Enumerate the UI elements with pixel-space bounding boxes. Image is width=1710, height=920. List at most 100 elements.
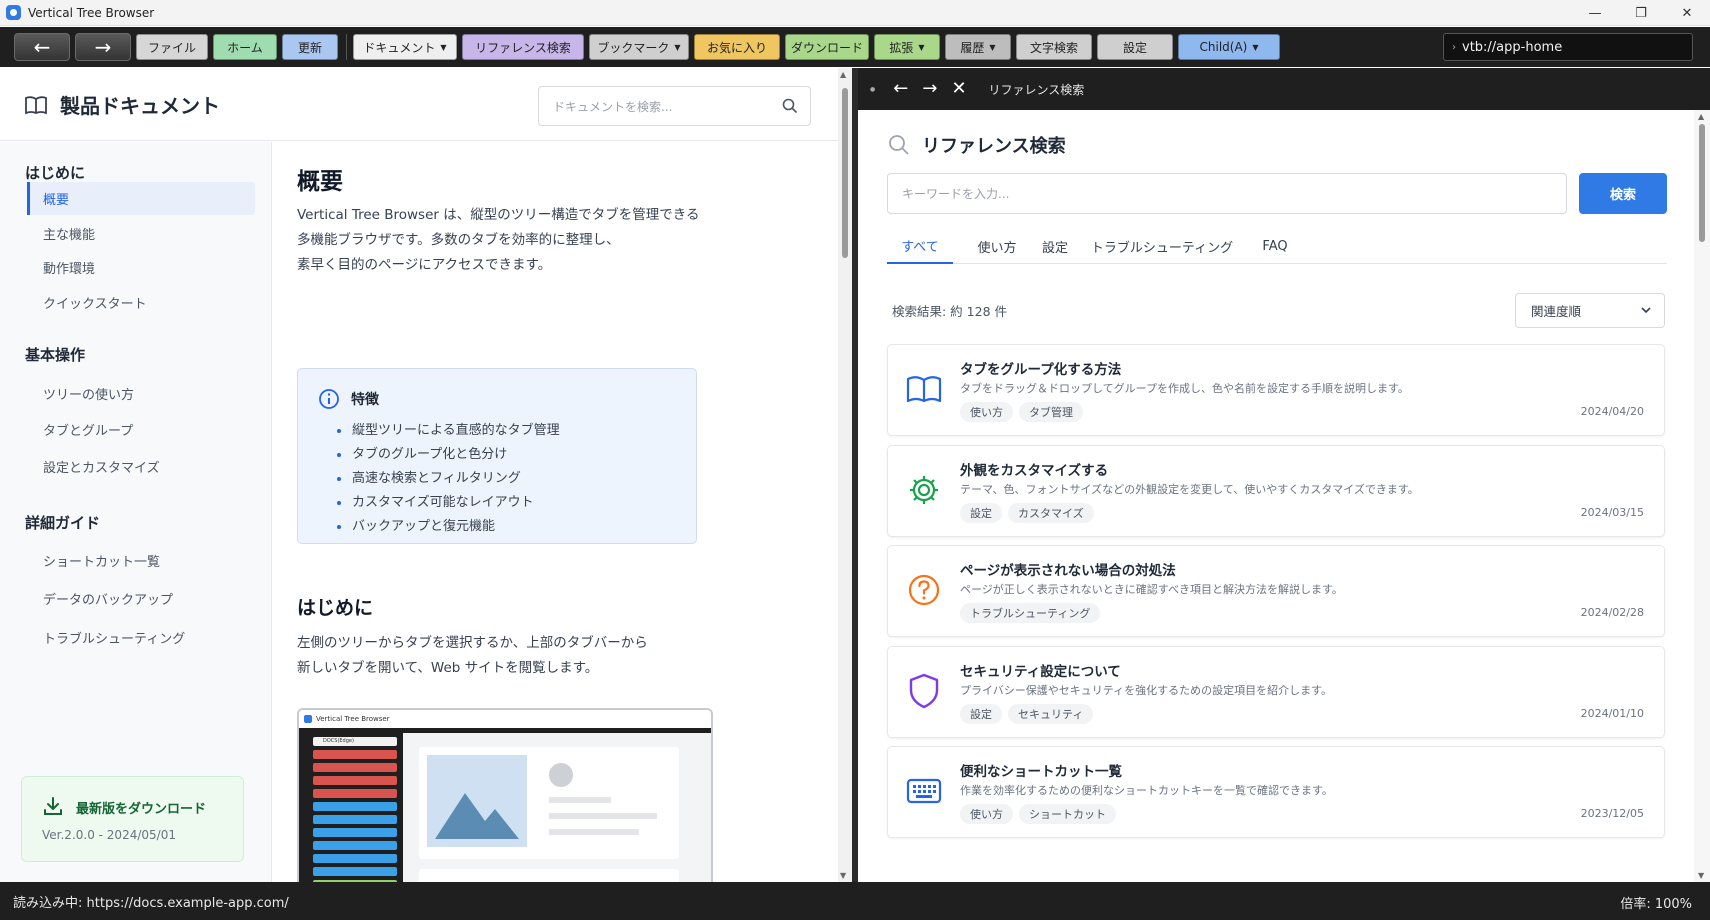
- sort-select[interactable]: 関連度順: [1515, 293, 1665, 328]
- pane-back-button[interactable]: ←: [893, 80, 908, 98]
- sidebar-item-backup[interactable]: データのバックアップ: [27, 582, 255, 615]
- scroll-up-icon[interactable]: ▲: [1698, 112, 1704, 121]
- toolbar-button[interactable]: ドキュメント ▼: [353, 34, 457, 60]
- result-card[interactable]: 外観をカスタマイズする テーマ、色、フォントサイズなどの外観設定を変更して、使いや…: [887, 444, 1665, 537]
- maximize-button[interactable]: ❐: [1618, 0, 1664, 26]
- result-title[interactable]: セキュリティ設定について: [960, 660, 1121, 680]
- result-date: 2024/02/28: [1580, 606, 1644, 619]
- toolbar-button-label: Child(A): [1199, 40, 1248, 54]
- sidebar-item-quickstart[interactable]: クイックスタート: [27, 286, 255, 319]
- toolbar-button[interactable]: 拡張 ▼: [874, 34, 940, 60]
- toolbar-button[interactable]: ホーム: [213, 34, 277, 60]
- result-date: 2024/03/15: [1580, 505, 1644, 519]
- download-card[interactable]: 最新版をダウンロード Ver.2.0.0 - 2024/05/01: [21, 776, 244, 862]
- result-tag[interactable]: タブ管理: [1019, 402, 1083, 422]
- back-button[interactable]: ←: [14, 33, 70, 61]
- result-title[interactable]: 便利なショートカット一覧: [960, 760, 1122, 780]
- screenshot-list: [419, 869, 679, 882]
- tab-faq[interactable]: FAQ: [1255, 228, 1295, 264]
- screenshot-tree-item: [313, 763, 397, 772]
- result-date: 2024/01/10: [1580, 706, 1644, 720]
- tab-all[interactable]: すべて: [887, 228, 953, 264]
- pane-close-button[interactable]: ✕: [951, 80, 966, 98]
- toolbar-button-label: 文字検索: [1029, 40, 1078, 55]
- keyword-input[interactable]: キーワードを入力...: [887, 173, 1567, 214]
- toolbar-button[interactable]: 履歴 ▼: [945, 34, 1011, 60]
- toolbar-button[interactable]: 設定: [1097, 34, 1173, 60]
- right-scrollbar[interactable]: ▲ ▼: [1694, 110, 1710, 882]
- address-bar[interactable]: › vtb://app-home: [1443, 33, 1693, 61]
- right-pane-toolbar: ● ← → ✕ リファレンス検索: [858, 68, 1710, 110]
- result-tag[interactable]: 使い方: [960, 804, 1013, 824]
- sidebar-item-tabs-groups[interactable]: タブとグループ: [27, 413, 255, 446]
- shield-icon: [902, 669, 946, 713]
- screenshot-tree-item: [313, 789, 397, 798]
- scroll-down-icon[interactable]: ▼: [840, 871, 846, 880]
- toolbar-button-label: お気に入り: [706, 40, 767, 55]
- result-card[interactable]: 便利なショートカット一覧 作業を効率化するための便利なショートカットキーを一覧で確…: [887, 746, 1665, 838]
- toolbar-button[interactable]: ブックマーク ▼: [589, 34, 689, 60]
- result-tag[interactable]: 設定: [960, 502, 1002, 523]
- left-pane: 製品ドキュメント ドキュメントを検索... はじめに 概要 主な機能 動作環境 …: [0, 68, 852, 882]
- toolbar-button[interactable]: リファレンス検索: [462, 34, 584, 60]
- right-scroll-thumb[interactable]: [1699, 124, 1705, 242]
- page-title: 概要: [297, 169, 343, 195]
- feature-item: バックアップと復元機能: [337, 515, 560, 539]
- search-icon[interactable]: [782, 98, 798, 114]
- result-card[interactable]: タブをグループ化する方法タブをドラッグ＆ドロップしてグループを作成し、色や名前を…: [887, 344, 1665, 436]
- result-description: タブをドラッグ＆ドロップしてグループを作成し、色や名前を設定する手順を説明します…: [960, 382, 1409, 395]
- search-button[interactable]: 検索: [1579, 173, 1667, 214]
- scroll-down-icon[interactable]: ▼: [1698, 871, 1704, 880]
- sidebar-group-label: 詳細ガイド: [25, 514, 101, 532]
- result-title[interactable]: ページが表示されない場合の対処法: [960, 559, 1176, 579]
- placeholder-line: [549, 813, 657, 819]
- result-tag[interactable]: 使い方: [960, 402, 1013, 422]
- result-tags: 使い方 タブ管理: [960, 402, 1089, 422]
- result-tag[interactable]: ショートカット: [1019, 804, 1116, 824]
- left-scroll-thumb[interactable]: [842, 88, 848, 258]
- result-tag[interactable]: トラブルシューティング: [960, 603, 1101, 623]
- minimize-button[interactable]: —: [1572, 0, 1618, 26]
- sidebar-item-requirements[interactable]: 動作環境: [27, 251, 255, 284]
- left-scrollbar[interactable]: ▲ ▼: [838, 68, 852, 882]
- sidebar-group-label: 基本操作: [25, 346, 86, 364]
- toolbar-button[interactable]: お気に入り: [694, 34, 780, 60]
- feature-item: 縦型ツリーによる直感的なタブ管理: [337, 419, 560, 443]
- result-card[interactable]: セキュリティ設定について プライバシー保護やセキュリティを強化するための設定項目を…: [887, 645, 1665, 738]
- keyword-placeholder: キーワードを入力...: [902, 187, 1010, 201]
- result-title[interactable]: タブをグループ化する方法: [960, 358, 1121, 378]
- feature-item: 高速な検索とフィルタリング: [337, 467, 560, 491]
- pane-menu-icon[interactable]: ●: [870, 86, 875, 93]
- tab-troubleshooting[interactable]: トラブルシューティング: [1087, 228, 1237, 264]
- sidebar-item-tree[interactable]: ツリーの使い方: [27, 377, 255, 410]
- sidebar-item-shortcuts[interactable]: ショートカット一覧: [27, 544, 255, 577]
- scroll-up-icon[interactable]: ▲: [840, 70, 846, 79]
- result-card[interactable]: ページが表示されない場合の対処法 ページが正しく表示されないときに確認すべき項目と…: [887, 545, 1665, 637]
- toolbar-button[interactable]: 更新: [282, 34, 338, 60]
- sidebar-item-features[interactable]: 主な機能: [27, 217, 255, 250]
- toolbar-button[interactable]: Child(A) ▼: [1178, 34, 1280, 60]
- image-placeholder-icon: [427, 755, 527, 847]
- screenshot-tree-item: [313, 828, 397, 837]
- close-window-button[interactable]: ✕: [1664, 0, 1710, 26]
- result-tag[interactable]: 設定: [960, 703, 1002, 724]
- toolbar-button[interactable]: ファイル: [136, 34, 208, 60]
- result-title[interactable]: 外観をカスタマイズする: [960, 459, 1108, 479]
- toolbar-button-label: ドキュメント: [363, 40, 436, 55]
- result-tag[interactable]: セキュリティ: [1008, 703, 1094, 724]
- tab-settings[interactable]: 設定: [1033, 228, 1077, 264]
- toolbar-button[interactable]: ダウンロード: [785, 34, 869, 60]
- pane-forward-button[interactable]: →: [922, 80, 937, 98]
- result-tag[interactable]: カスタマイズ: [1008, 502, 1094, 523]
- main-toolbar: ← → ファイル ホーム 更新 ドキュメント ▼ リファレンス検索 ブックマーク ▼ お気に入り…: [0, 27, 1710, 67]
- forward-button[interactable]: →: [75, 33, 131, 61]
- tab-usage[interactable]: 使い方: [969, 228, 1025, 264]
- sidebar-item-overview[interactable]: 概要: [27, 182, 255, 215]
- doc-search-input[interactable]: ドキュメントを検索...: [538, 86, 811, 126]
- toolbar-button[interactable]: 文字検索: [1016, 34, 1092, 60]
- sidebar-item-settings[interactable]: 設定とカスタマイズ: [27, 450, 255, 483]
- result-date: 2024/04/20: [1580, 405, 1644, 418]
- docs-header: 製品ドキュメント ドキュメントを検索...: [0, 68, 838, 141]
- sidebar-item-troubleshooting[interactable]: トラブルシューティング: [27, 621, 255, 654]
- screenshot-title: Vertical Tree Browser: [316, 715, 390, 723]
